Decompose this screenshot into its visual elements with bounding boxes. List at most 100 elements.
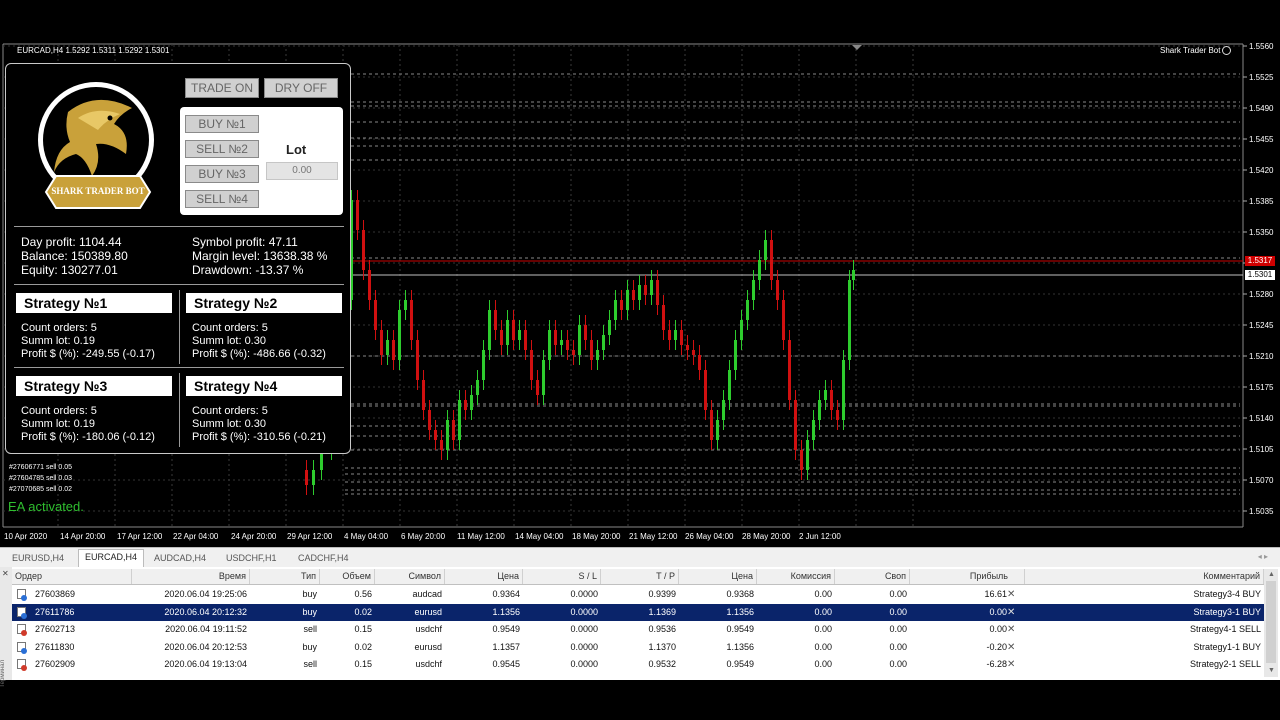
cell-order: 27611786 — [35, 606, 75, 617]
close-order-icon[interactable]: ✕ — [1007, 586, 1015, 603]
col-symbol[interactable]: Символ — [375, 569, 445, 584]
cell-symbol: usdchf — [415, 624, 442, 635]
candle-body — [542, 360, 545, 395]
drawdown: Drawdown: -13.37 % — [192, 263, 304, 277]
tab-eurcad[interactable]: EURCAD,H4 — [78, 549, 145, 568]
candle-body — [506, 320, 509, 345]
col-type[interactable]: Тип — [250, 569, 320, 584]
candle-body — [686, 345, 689, 350]
close-order-icon[interactable]: ✕ — [1007, 604, 1015, 621]
scroll-up-icon[interactable]: ▲ — [1268, 571, 1275, 578]
equity: Equity: 130277.01 — [21, 263, 118, 277]
cell-type: sell — [303, 659, 317, 670]
cell-price: 0.9549 — [492, 624, 520, 635]
candle-body — [590, 340, 593, 360]
table-row[interactable]: 27602909 2020.06.04 19:13:04 sell 0.15 usdch… — [12, 656, 1264, 673]
cell-swap: 0.00 — [889, 659, 907, 670]
price-tick-label: 1.5490 — [1249, 104, 1274, 113]
buy-order-icon — [17, 589, 27, 601]
candle-body — [680, 330, 683, 345]
candle-body — [374, 300, 377, 330]
candle-body — [554, 330, 557, 345]
cell-swap: 0.00 — [889, 624, 907, 635]
table-row[interactable]: 27603869 2020.06.04 19:25:06 buy 0.56 audcad… — [12, 586, 1264, 603]
cell-sl: 0.0000 — [570, 641, 598, 652]
candle-body — [416, 340, 419, 380]
candle-body — [440, 440, 443, 450]
col-price[interactable]: Цена — [445, 569, 523, 584]
price-tick-label: 1.5105 — [1249, 445, 1274, 454]
time-axis-label: 2 Jun 12:00 — [799, 532, 841, 541]
strategy-2-lot: Summ lot: 0.30 — [192, 335, 266, 347]
scrollbar-thumb[interactable] — [1266, 581, 1276, 663]
dry-off-button[interactable]: DRY OFF — [264, 78, 338, 98]
order-label: #27606771 sell 0.05 — [9, 464, 73, 471]
tab-scroll-arrows-icon[interactable]: ◂ ▸ — [1258, 552, 1268, 561]
candle-body — [698, 355, 701, 370]
close-order-icon[interactable]: ✕ — [1007, 656, 1015, 673]
col-volume[interactable]: Объем — [320, 569, 375, 584]
lot-input[interactable]: 0.00 — [266, 162, 338, 180]
divider — [14, 367, 344, 368]
smiley-icon — [1222, 46, 1232, 55]
sell-2-button[interactable]: SELL №2 — [185, 140, 259, 158]
bot-name: Shark Trader Bot — [1160, 46, 1221, 55]
order-label: #27070685 sell 0.02 — [9, 486, 73, 493]
table-row[interactable]: 27602713 2020.06.04 19:11:52 sell 0.15 usdch… — [12, 621, 1264, 638]
tab-cadchf[interactable]: CADCHF,H4 — [292, 551, 355, 567]
trade-on-button[interactable]: TRADE ON — [185, 78, 259, 98]
cell-commission: 0.00 — [814, 659, 832, 670]
cell-commission: 0.00 — [814, 624, 832, 635]
cell-swap: 0.00 — [889, 641, 907, 652]
candle-body — [752, 280, 755, 300]
time-axis-label: 21 May 12:00 — [629, 532, 678, 541]
col-tp[interactable]: T / P — [601, 569, 679, 584]
table-scrollbar[interactable]: ▲ ▼ — [1264, 569, 1278, 677]
strategy-2-profit: Profit $ (%): -486.66 (-0.32) — [192, 348, 326, 360]
tab-audcad[interactable]: AUDCAD,H4 — [148, 551, 212, 567]
col-order[interactable]: Ордер — [12, 569, 132, 584]
cell-order: 27602909 — [35, 659, 76, 670]
buy-3-button[interactable]: BUY №3 — [185, 165, 259, 183]
cell-profit: 0.00 — [989, 606, 1007, 617]
time-axis-label: 24 Apr 20:00 — [231, 532, 277, 541]
col-comment[interactable]: Комментарий — [1025, 569, 1264, 584]
col-profit[interactable]: Прибыль — [910, 569, 1025, 584]
candle-body — [312, 470, 315, 485]
lot-label: Lot — [286, 142, 307, 157]
candle-body — [728, 370, 731, 400]
buy-1-button[interactable]: BUY №1 — [185, 115, 259, 133]
col-sl[interactable]: S / L — [523, 569, 601, 584]
close-order-icon[interactable]: ✕ — [1007, 621, 1015, 638]
col-commission[interactable]: Комиссия — [757, 569, 835, 584]
candle-body — [482, 350, 485, 380]
tab-eurusd[interactable]: EURUSD,H4 — [6, 551, 70, 567]
col-current-price[interactable]: Цена — [679, 569, 757, 584]
candle-body — [758, 260, 761, 280]
cell-cur: 1.1356 — [726, 606, 754, 617]
candle-body — [434, 430, 437, 440]
candle-body — [518, 330, 521, 340]
scroll-down-icon[interactable]: ▼ — [1268, 667, 1275, 674]
cell-symbol: eurusd — [414, 641, 442, 652]
candle-body — [512, 320, 515, 340]
close-order-icon[interactable]: ✕ — [1007, 639, 1015, 656]
sell-4-button[interactable]: SELL №4 — [185, 190, 259, 208]
time-axis-label: 10 Apr 2020 — [4, 532, 48, 541]
table-row[interactable]: 27611786 2020.06.04 20:12:32 buy 0.02 eurusd… — [12, 603, 1264, 621]
cell-commission: 0.00 — [814, 606, 832, 617]
cell-volume: 0.02 — [354, 641, 372, 652]
sell-order-icon — [17, 659, 27, 672]
col-swap[interactable]: Своп — [835, 569, 910, 584]
close-icon[interactable]: ✕ — [2, 569, 9, 578]
cell-price: 1.1356 — [492, 606, 520, 617]
col-time[interactable]: Время — [132, 569, 250, 584]
tab-usdchf[interactable]: USDCHF,H1 — [220, 551, 283, 567]
candle-body — [818, 400, 821, 420]
table-row[interactable]: 27611830 2020.06.04 20:12:53 buy 0.02 eurusd… — [12, 639, 1264, 656]
candle-body — [746, 300, 749, 320]
candle-body — [800, 450, 803, 470]
time-axis-label: 28 May 20:00 — [742, 532, 791, 541]
candle-body — [494, 310, 497, 330]
time-axis-label: 6 May 20:00 — [401, 532, 446, 541]
